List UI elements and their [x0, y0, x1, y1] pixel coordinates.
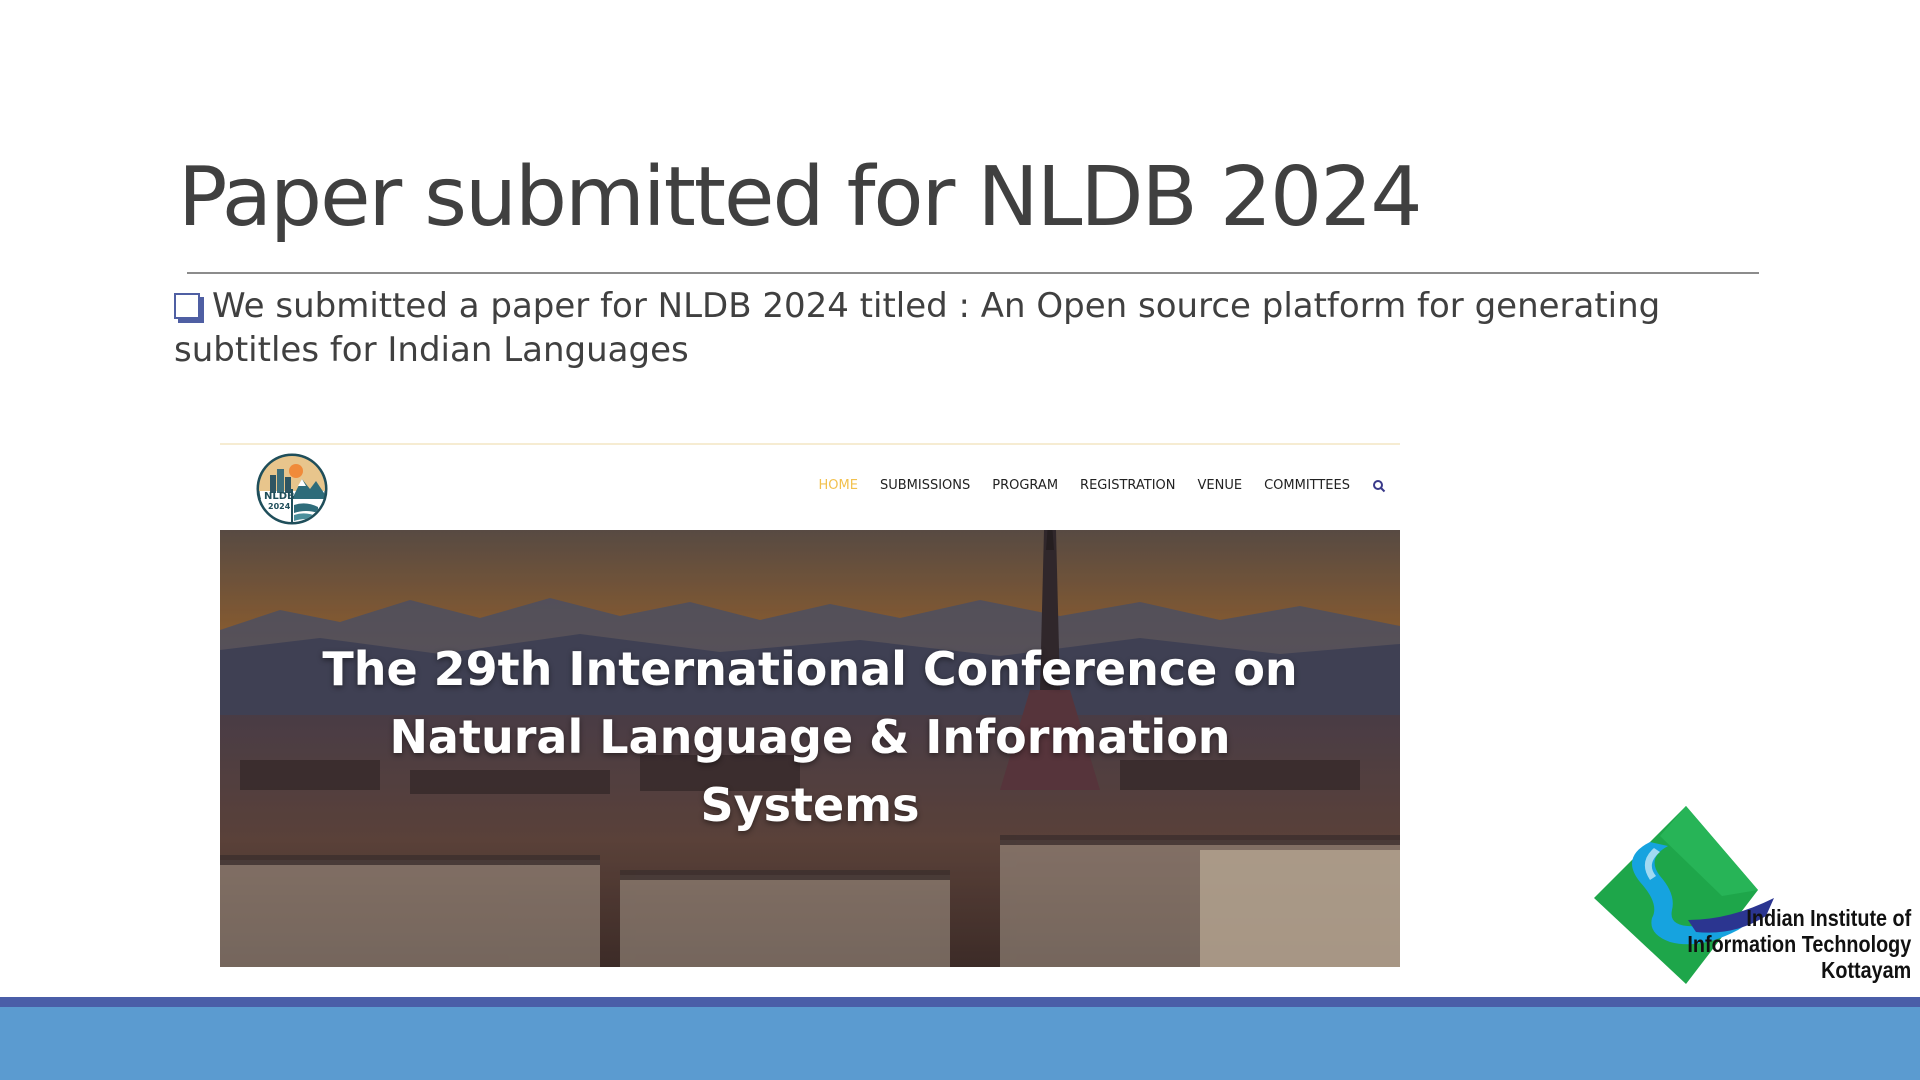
nldb-logo-icon[interactable]: NLDB 2024 — [256, 453, 328, 525]
nav-venue[interactable]: VENUE — [1198, 478, 1243, 493]
svg-text:2024: 2024 — [268, 502, 291, 511]
hero-line: The 29th International Conference on — [322, 642, 1298, 696]
nldb-website-screenshot: NLDB 2024 HOME SUBMISSIONS PROGRAM REGIS… — [220, 443, 1400, 967]
title-divider — [187, 272, 1759, 274]
hero-title: The 29th International Conference on Nat… — [310, 635, 1310, 839]
nav-committees[interactable]: COMMITTEES — [1264, 478, 1350, 493]
iiit-name-line: Indian Institute of — [1746, 905, 1911, 931]
footer-band — [0, 1007, 1920, 1080]
hero-line: Natural Language & Information — [389, 710, 1231, 764]
nav-program[interactable]: PROGRAM — [992, 478, 1058, 493]
iiit-name: Indian Institute of Information Technolo… — [1687, 905, 1911, 983]
square-bullet-icon — [174, 293, 200, 319]
svg-text:NLDB: NLDB — [264, 491, 295, 502]
nav-home[interactable]: HOME — [819, 478, 858, 493]
nav-submissions[interactable]: SUBMISSIONS — [880, 478, 970, 493]
bullet-point: We submitted a paper for NLDB 2024 title… — [174, 284, 1754, 372]
iiit-kottayam-logo: Indian Institute of Information Technolo… — [1590, 802, 1920, 987]
nav-registration[interactable]: REGISTRATION — [1080, 478, 1175, 493]
hero-line: Systems — [700, 778, 920, 832]
footer-stripe — [0, 997, 1920, 1007]
presentation-slide: Paper submitted for NLDB 2024 We submitt… — [0, 0, 1920, 1080]
iiit-name-line: Information Technology — [1687, 931, 1911, 957]
hero-banner: The 29th International Conference on Nat… — [220, 530, 1400, 967]
slide-title: Paper submitted for NLDB 2024 — [178, 150, 1423, 245]
site-navbar: NLDB 2024 HOME SUBMISSIONS PROGRAM REGIS… — [220, 445, 1400, 530]
iiit-name-line: Kottayam — [1820, 957, 1911, 983]
search-icon[interactable] — [1372, 479, 1386, 493]
bullet-text: We submitted a paper for NLDB 2024 title… — [174, 286, 1661, 370]
site-nav-links: HOME SUBMISSIONS PROGRAM REGISTRATION VE… — [797, 478, 1387, 493]
